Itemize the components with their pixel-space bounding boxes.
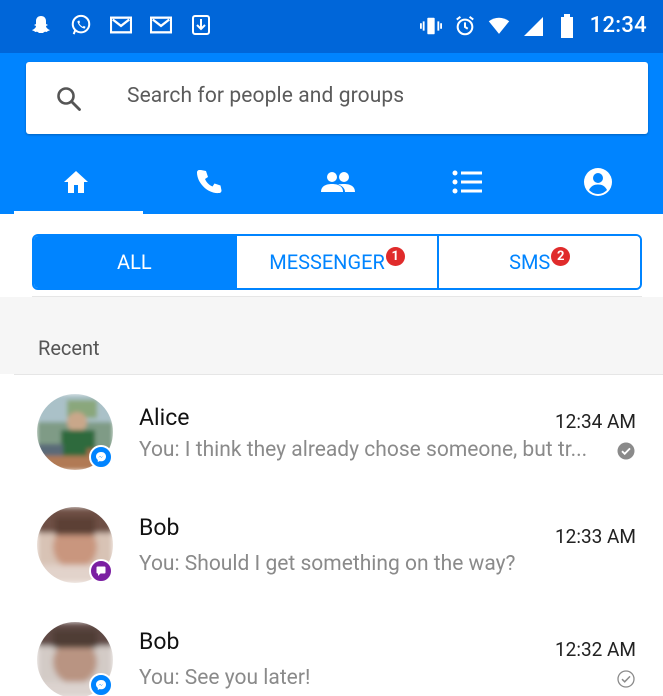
messenger-badge-icon bbox=[89, 445, 113, 469]
filter-all-label: ALL bbox=[117, 250, 152, 274]
section-title: Recent bbox=[38, 336, 100, 360]
message-preview: You: Should I get something on the way? bbox=[139, 552, 516, 576]
status-bar: 12:34 bbox=[0, 0, 663, 53]
filter-messenger-label: MESSENGER bbox=[269, 250, 385, 274]
alarm-icon bbox=[454, 15, 476, 37]
message-time: 12:34 AM bbox=[554, 410, 636, 433]
filter-sms-label: SMS bbox=[509, 250, 551, 274]
system-icons: 12:34 bbox=[419, 13, 647, 38]
app-bar: Search for people and groups bbox=[0, 53, 663, 214]
filter-all[interactable]: ALL bbox=[34, 236, 235, 288]
wifi-icon bbox=[488, 15, 510, 37]
search-input[interactable]: Search for people and groups bbox=[26, 62, 648, 134]
active-tab-indicator bbox=[14, 211, 143, 214]
people-icon bbox=[320, 170, 356, 198]
contact-name: Bob bbox=[139, 514, 180, 541]
conversation-row[interactable]: Bob 12:33 AM You: Should I get something… bbox=[0, 490, 663, 605]
vibrate-icon bbox=[419, 15, 442, 37]
snapchat-icon bbox=[30, 14, 52, 36]
filter-sms[interactable]: SMS 2 bbox=[437, 236, 640, 288]
gmail-icon bbox=[110, 14, 132, 36]
tab-people[interactable] bbox=[273, 153, 403, 214]
sent-check-icon bbox=[617, 670, 635, 688]
clock: 12:34 bbox=[589, 13, 647, 38]
filter-messenger[interactable]: MESSENGER 1 bbox=[234, 236, 438, 288]
message-preview: You: I think they already chose someone,… bbox=[139, 438, 588, 462]
list-icon bbox=[452, 169, 482, 199]
home-icon bbox=[62, 169, 90, 199]
gmail-icon bbox=[150, 14, 172, 36]
tab-calls[interactable] bbox=[144, 153, 274, 214]
message-time: 12:33 AM bbox=[554, 525, 636, 548]
delivered-check-icon bbox=[617, 442, 635, 460]
whatsapp-icon bbox=[70, 14, 92, 36]
battery-icon bbox=[556, 13, 578, 38]
nav-tabs bbox=[0, 153, 663, 214]
download-icon bbox=[190, 14, 212, 36]
message-preview: You: See you later! bbox=[139, 666, 311, 690]
search-icon bbox=[56, 86, 82, 112]
notification-icons bbox=[30, 14, 212, 36]
signal-icon bbox=[522, 15, 544, 37]
conversation-row[interactable]: Bob 12:32 AM You: See you later! bbox=[0, 605, 663, 696]
tab-account[interactable] bbox=[533, 153, 663, 214]
tab-list[interactable] bbox=[402, 153, 532, 214]
conversation-filter: ALL MESSENGER 1 SMS 2 bbox=[32, 234, 642, 290]
search-placeholder: Search for people and groups bbox=[127, 84, 405, 108]
messenger-unread-badge: 1 bbox=[385, 246, 405, 266]
conversation-row[interactable]: Alice 12:34 AM You: I think they already… bbox=[0, 375, 663, 490]
sms-badge-icon bbox=[89, 559, 113, 583]
phone-icon bbox=[195, 168, 223, 200]
contact-name: Bob bbox=[139, 628, 180, 655]
contact-name: Alice bbox=[139, 404, 190, 431]
account-icon bbox=[583, 167, 613, 201]
message-time: 12:32 AM bbox=[554, 638, 636, 661]
sms-unread-badge: 2 bbox=[551, 246, 571, 266]
tab-home[interactable] bbox=[11, 153, 141, 214]
messenger-badge-icon bbox=[89, 673, 113, 696]
